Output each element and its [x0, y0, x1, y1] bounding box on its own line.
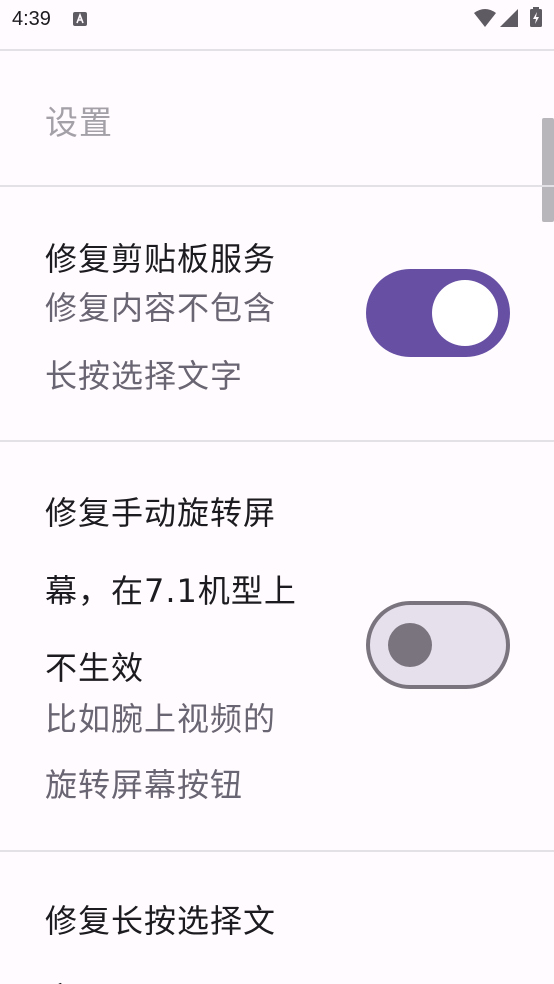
clipboard-toggle[interactable]	[366, 269, 510, 357]
setting-row-clipboard[interactable]: 修复剪贴板服务 修复内容不包含 长按选择文字	[0, 187, 554, 441]
rotate-screen-toggle[interactable]	[366, 601, 510, 689]
setting-row-long-press-select[interactable]: 修复长按选择文 字	[0, 852, 554, 984]
status-bar: 4:39	[0, 0, 554, 50]
setting-title: 幕，在7.1机型上	[45, 572, 297, 610]
divider	[0, 49, 554, 51]
setting-subtitle: 比如腕上视频的	[45, 700, 277, 738]
setting-row-rotate-screen[interactable]: 修复手动旋转屏 幕，在7.1机型上 不生效 比如腕上视频的 旋转屏幕按钮	[0, 442, 554, 850]
setting-title: 字	[45, 974, 335, 984]
signal-icon	[500, 9, 518, 27]
toggle-knob	[388, 623, 432, 667]
page-title: 设置	[45, 103, 113, 142]
wifi-icon	[474, 9, 496, 27]
a-icon	[72, 11, 88, 27]
setting-subtitle: 修复内容不包含	[45, 289, 277, 327]
setting-subtitle: 旋转屏幕按钮	[45, 766, 244, 804]
setting-subtitle: 长按选择文字	[45, 357, 244, 395]
status-time: 4:39	[12, 8, 51, 30]
setting-title: 修复手动旋转屏	[45, 494, 277, 532]
setting-title: 不生效	[45, 649, 145, 687]
setting-title: 修复长按选择文	[45, 902, 277, 940]
setting-title: 修复剪贴板服务	[45, 240, 277, 278]
toggle-knob	[432, 280, 498, 346]
battery-charging-icon	[530, 7, 542, 27]
